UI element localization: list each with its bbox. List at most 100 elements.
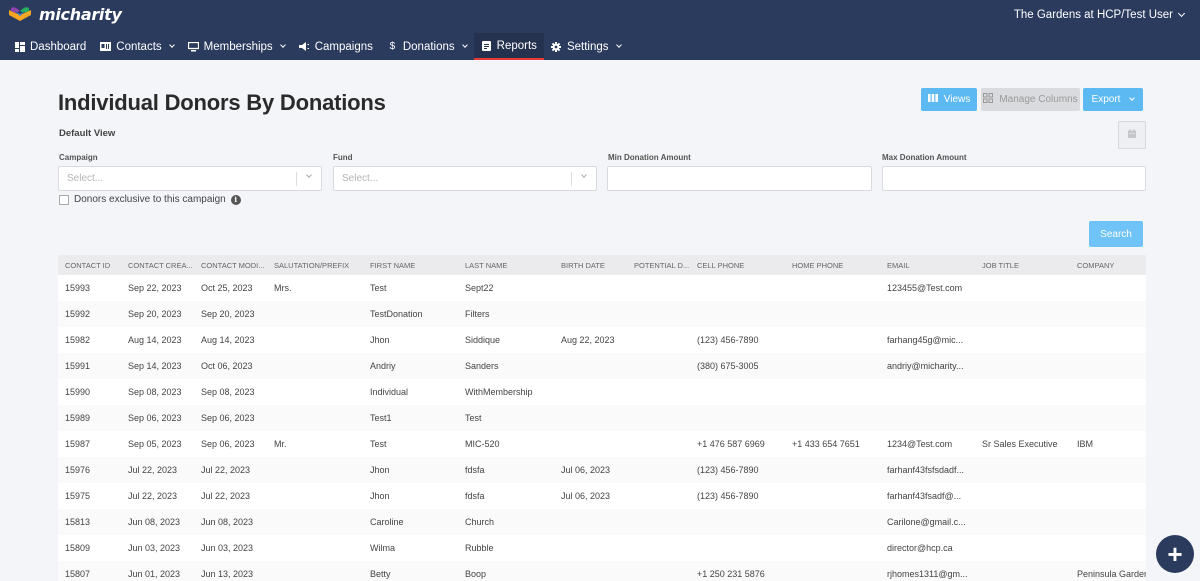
table-cell: +1 476 587 6969 xyxy=(697,439,765,449)
table-cell: TestDonation xyxy=(370,309,423,319)
table-cell: Jun 01, 2023 xyxy=(128,569,181,579)
table-cell: 15992 xyxy=(65,309,91,319)
table-cell: (123) 456-7890 xyxy=(697,465,759,475)
nav-reports[interactable]: Reports xyxy=(473,33,544,60)
table-cell: Jun 08, 2023 xyxy=(128,517,181,527)
table-cell: Sanders xyxy=(465,361,499,371)
user-menu[interactable]: The Gardens at HCP/Test User xyxy=(1014,9,1186,21)
export-button-label: Export xyxy=(1091,94,1121,105)
column-header[interactable]: Cell Phone xyxy=(690,261,785,270)
table-row[interactable]: 15990 Sep 08, 2023 Sep 08, 2023 Individual W… xyxy=(58,379,1146,405)
table-cell: (123) 456-7890 xyxy=(697,491,759,501)
column-header[interactable]: Contact Crea... xyxy=(121,261,194,270)
table-row[interactable]: 15813 Jun 08, 2023 Jun 08, 2023 Caroline Chu… xyxy=(58,509,1146,535)
chevron-down-icon xyxy=(581,172,587,178)
table-cell: farhang45g@mic... xyxy=(887,335,964,345)
views-button[interactable]: Views xyxy=(921,88,977,111)
table-cell: fdsfa xyxy=(465,465,485,475)
column-header[interactable]: Salutation/Prefix xyxy=(267,261,363,270)
manage-columns-button[interactable]: Manage Columns xyxy=(981,88,1080,111)
table-row[interactable]: 15807 Jun 01, 2023 Jun 13, 2023 Betty Boop +1… xyxy=(58,561,1146,581)
dollar-icon: $ xyxy=(389,41,396,52)
table-row[interactable]: 15991 Sep 14, 2023 Oct 06, 2023 Andriy Sande… xyxy=(58,353,1146,379)
nav-donations-label: Donations xyxy=(402,40,455,53)
table-cell: 15813 xyxy=(65,517,91,527)
fund-select[interactable]: Select... xyxy=(333,166,597,191)
table-cell: Sep 06, 2023 xyxy=(128,413,182,423)
table-cell: Jul 22, 2023 xyxy=(201,491,251,501)
column-header[interactable]: Contact Modi... xyxy=(194,261,267,270)
nav-contacts[interactable]: Contacts xyxy=(93,33,180,60)
table-cell: 1234@Test.com xyxy=(887,439,953,449)
table-cell: Rubble xyxy=(465,543,494,553)
table-cell: Jun 08, 2023 xyxy=(201,517,254,527)
table-row[interactable]: 15989 Sep 06, 2023 Sep 06, 2023 Test1 Test xyxy=(58,405,1146,431)
table-cell: Sep 06, 2023 xyxy=(201,439,255,449)
search-button[interactable]: Search xyxy=(1089,221,1143,247)
calendar-icon xyxy=(1128,129,1136,141)
export-button[interactable]: Export xyxy=(1083,88,1143,111)
fund-label: Fund xyxy=(333,153,353,162)
table-cell: Filters xyxy=(465,309,490,319)
nav-donations[interactable]: $ Donations xyxy=(380,33,474,60)
date-range-button[interactable] xyxy=(1118,121,1146,149)
column-header[interactable]: Job Title xyxy=(975,261,1070,270)
nav-campaigns-label: Campaigns xyxy=(314,40,373,53)
min-donation-input[interactable] xyxy=(607,166,872,191)
column-header[interactable]: Email xyxy=(880,261,975,270)
table-cell: Individual xyxy=(370,387,409,397)
logo[interactable]: micharity xyxy=(7,5,122,24)
nav-reports-label: Reports xyxy=(496,39,537,52)
table-cell: Aug 22, 2023 xyxy=(561,335,615,345)
table-row[interactable]: 15975 Jul 22, 2023 Jul 22, 2023 Jhon fdsfa Ju… xyxy=(58,483,1146,509)
table-cell: Andriy xyxy=(370,361,396,371)
table-cell: farhanf43fsfsdadf... xyxy=(887,465,965,475)
gear-icon xyxy=(551,41,562,52)
table-cell: Sep 06, 2023 xyxy=(201,413,255,423)
table-row[interactable]: 15992 Sep 20, 2023 Sep 20, 2023 TestDonatio… xyxy=(58,301,1146,327)
table-row[interactable]: 15987 Sep 05, 2023 Sep 06, 2023 Mr. Test MIC-… xyxy=(58,431,1146,457)
plus-icon: + xyxy=(1167,539,1183,569)
nav-settings-label: Settings xyxy=(566,40,609,53)
column-header[interactable]: Last Name xyxy=(458,261,554,270)
column-header[interactable]: First Name xyxy=(363,261,458,270)
micharity-logo-icon xyxy=(7,6,33,24)
table-body: 15993 Sep 22, 2023 Oct 25, 2023 Mrs. Test Sep… xyxy=(58,275,1146,581)
table-row[interactable]: 15976 Jul 22, 2023 Jul 22, 2023 Jhon fdsfa Ju… xyxy=(58,457,1146,483)
table-cell: Sep 08, 2023 xyxy=(201,387,255,397)
column-header[interactable]: Potential D... xyxy=(627,261,690,270)
table-row[interactable]: 15809 Jun 03, 2023 Jun 03, 2023 Wilma Rubble… xyxy=(58,535,1146,561)
dashboard-icon xyxy=(14,41,25,52)
manage-columns-label: Manage Columns xyxy=(999,94,1078,105)
table-cell: 15976 xyxy=(65,465,91,475)
table-cell: 15987 xyxy=(65,439,91,449)
nav-campaigns[interactable]: Campaigns xyxy=(292,33,380,60)
table-cell: Aug 14, 2023 xyxy=(201,335,255,345)
table-cell: 15990 xyxy=(65,387,91,397)
exclusive-donors-option[interactable]: Donors exclusive to this campaign i xyxy=(59,194,241,205)
chevron-down-icon xyxy=(279,42,286,48)
max-donation-input[interactable] xyxy=(882,166,1146,191)
column-header[interactable]: Home Phone xyxy=(785,261,880,270)
column-header[interactable]: Birth Date xyxy=(554,261,627,270)
table-row[interactable]: 15982 Aug 14, 2023 Aug 14, 2023 Jhon Siddiqu… xyxy=(58,327,1146,353)
nav-memberships[interactable]: Memberships xyxy=(181,33,292,60)
table-cell: Sep 20, 2023 xyxy=(201,309,255,319)
exclusive-donors-checkbox[interactable] xyxy=(59,194,69,205)
info-icon[interactable]: i xyxy=(230,194,241,205)
table-cell: Jun 03, 2023 xyxy=(128,543,181,553)
nav-memberships-label: Memberships xyxy=(203,40,273,53)
column-header[interactable]: Contact ID xyxy=(58,261,121,270)
table-cell: Jul 06, 2023 xyxy=(561,491,611,501)
campaign-select[interactable]: Select... xyxy=(58,166,322,191)
nav-settings[interactable]: Settings xyxy=(544,33,628,60)
monitor-icon xyxy=(187,41,199,52)
table-cell: Mrs. xyxy=(274,283,292,293)
table-row[interactable]: 15993 Sep 22, 2023 Oct 25, 2023 Mrs. Test Sep… xyxy=(58,275,1146,301)
nav-dashboard[interactable]: Dashboard xyxy=(7,33,93,60)
select-divider xyxy=(296,172,297,186)
main-nav: Dashboard Contacts Memberships Campaigns… xyxy=(7,33,628,60)
add-button[interactable]: + xyxy=(1156,535,1194,573)
column-header[interactable]: Company xyxy=(1070,261,1146,270)
donors-table: Contact ID Contact Crea... Contact Modi...… xyxy=(58,255,1146,581)
